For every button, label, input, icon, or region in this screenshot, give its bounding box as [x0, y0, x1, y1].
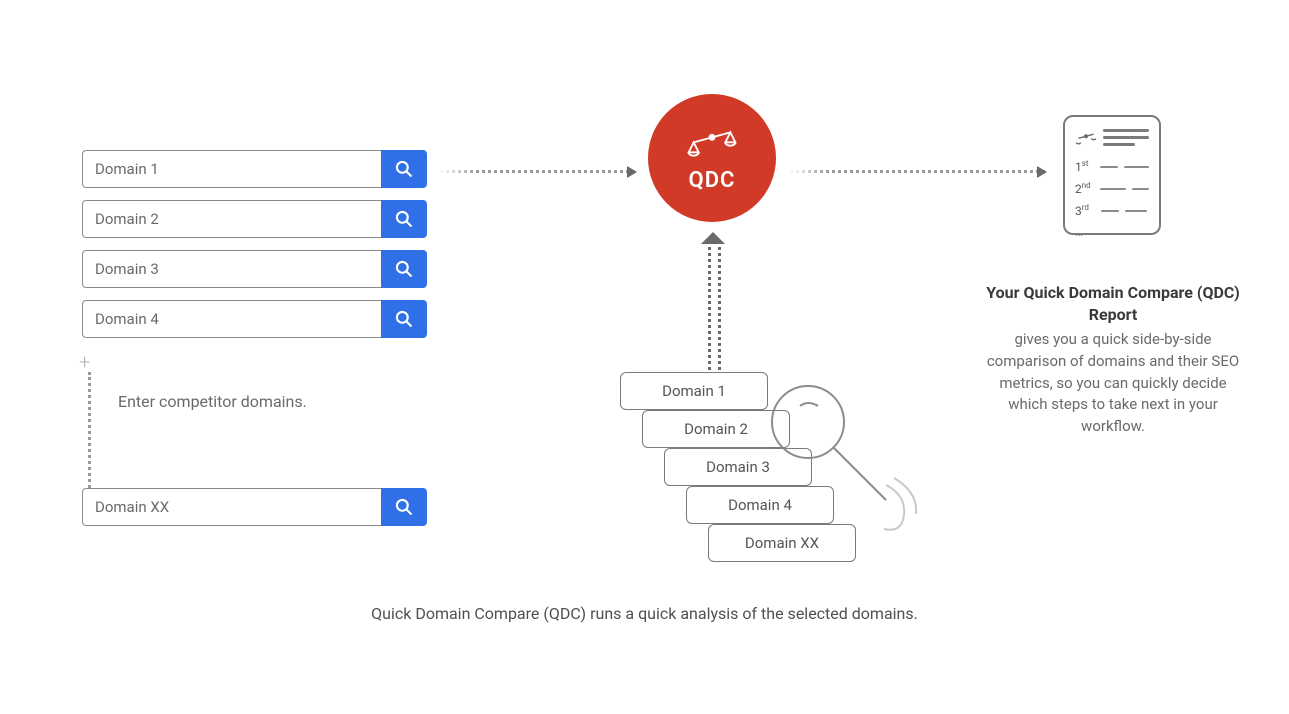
domain-input-1[interactable]: Domain 1 [82, 150, 381, 188]
flow-arrow-up [718, 240, 721, 370]
domain-input-xx[interactable]: Domain XX [82, 488, 381, 526]
domain-input-4[interactable]: Domain 4 [82, 300, 381, 338]
report-title: Your Quick Domain Compare (QDC) Report [982, 282, 1244, 325]
search-button[interactable] [381, 250, 427, 288]
search-icon [394, 209, 414, 229]
domain-input-3[interactable]: Domain 3 [82, 250, 381, 288]
stack-card: Domain 4 [686, 486, 834, 524]
stack-card: Domain 2 [642, 410, 790, 448]
domain-input-2[interactable]: Domain 2 [82, 200, 381, 238]
stack-card: Domain 3 [664, 448, 812, 486]
search-icon [394, 497, 414, 517]
report-description-block: Your Quick Domain Compare (QDC) Report g… [982, 282, 1244, 438]
domain-row: Domain 1 [82, 150, 427, 188]
add-domain-icon[interactable]: + [79, 350, 90, 374]
domain-inputs-panel: Domain 1 Domain 2 Domain 3 Domain 4 + En… [82, 150, 427, 538]
report-illustration: ⋯ 1st 2nd 3rd … [1063, 115, 1161, 235]
stack-card: Domain 1 [620, 372, 768, 410]
scales-icon [1075, 130, 1097, 148]
search-icon [394, 259, 414, 279]
domain-row: Domain XX [82, 488, 427, 526]
ellipsis-icon: … [1075, 225, 1149, 239]
qdc-badge: QDC [648, 94, 776, 222]
domain-row: Domain 4 [82, 300, 427, 338]
report-description: gives you a quick side-by-side compariso… [982, 329, 1244, 438]
search-button[interactable] [381, 488, 427, 526]
search-button[interactable] [381, 200, 427, 238]
arrow-up-head-icon [701, 232, 725, 244]
analysis-caption: Quick Domain Compare (QDC) runs a quick … [0, 604, 1289, 623]
search-button[interactable] [381, 150, 427, 188]
search-button[interactable] [381, 300, 427, 338]
flow-arrow-up [708, 240, 711, 370]
domain-row: Domain 2 [82, 200, 427, 238]
flow-arrow-left [440, 170, 635, 173]
kebab-dots-icon: ⋯ [1135, 123, 1151, 139]
qdc-label: QDC [689, 168, 736, 193]
rank-label: 1st [1075, 159, 1094, 174]
stack-card: Domain XX [708, 524, 856, 562]
search-icon [394, 159, 414, 179]
flow-arrow-right [790, 170, 1045, 173]
instruction-text: Enter competitor domains. [118, 392, 307, 411]
domain-row: Domain 3 [82, 250, 427, 288]
rank-label: 3rd [1075, 203, 1095, 218]
vertical-dots-connector [88, 372, 91, 488]
rank-label: 2nd [1075, 181, 1094, 196]
scales-icon [685, 124, 739, 164]
search-icon [394, 309, 414, 329]
